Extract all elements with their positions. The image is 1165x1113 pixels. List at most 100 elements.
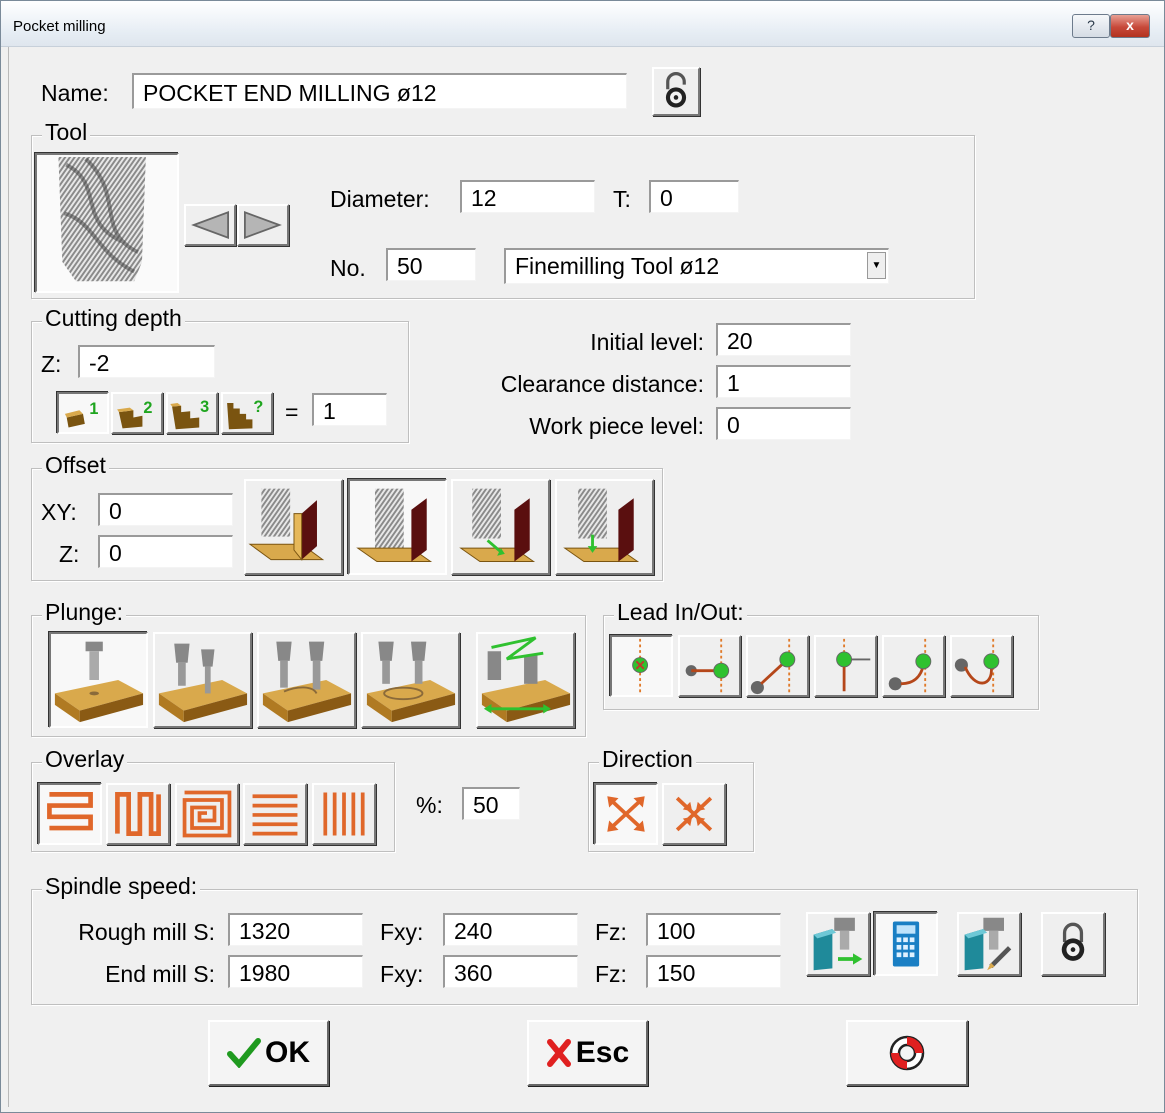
custom-steps-icon: ? [227,398,263,430]
name-lock-button[interactable] [652,67,700,116]
offset-right-button[interactable] [451,479,550,575]
svg-text:3: 3 [200,398,209,416]
clearance-distance-field[interactable]: 1 [716,365,851,398]
plunge-vertical-button[interactable] [49,632,148,728]
ok-button[interactable]: OK [208,1020,329,1086]
calculator-icon [892,921,920,967]
end-mill-tool-icon [58,156,146,282]
offset-left-button[interactable] [244,479,343,575]
overlay-zigzag-horizontal-button[interactable] [38,783,102,845]
offset-xy-field[interactable]: 0 [98,493,233,526]
cutting-depth-label: Cutting depth [42,305,185,332]
tool-group-label: Tool [42,119,91,146]
ramp-plunge-icon [158,643,248,723]
offset-xy-label: XY: [41,499,77,525]
end-fz-field[interactable]: 150 [646,955,781,988]
direction-inward-button[interactable] [662,783,726,845]
rough-fz-label: Fz: [595,919,627,945]
three-steps-icon: 3 [170,398,209,430]
arc-lead-icon [888,638,932,694]
lead-tangent-button[interactable] [678,635,741,697]
lead-none-button[interactable] [610,635,673,697]
end-fxy-field[interactable]: 360 [443,955,578,988]
custom-steps-button[interactable]: ? [221,392,273,434]
overlay-percent-field[interactable]: 50 [462,787,520,820]
expand-arrows-icon [607,796,645,832]
rough-mill-s-field[interactable]: 1320 [228,913,363,946]
zigzag-plunge-icon [481,636,571,723]
offset-down-button[interactable] [555,479,654,575]
close-button[interactable]: x [1110,14,1150,38]
overlay-zigzag-vertical-button[interactable] [106,783,170,845]
overlay-parallel-horizontal-button[interactable] [243,783,307,845]
circular-plunge-icon [366,641,456,723]
lead-perpendicular-button[interactable] [814,635,877,697]
cancel-x-icon [546,1039,571,1067]
plunge-label: Plunge: [42,599,127,626]
edit-speeds-button[interactable] [957,912,1021,976]
end-mill-label: End mill S: [105,961,215,987]
steps-count-field[interactable]: 1 [312,393,387,426]
rough-fz-field[interactable]: 100 [646,913,781,946]
work-piece-level-field[interactable]: 0 [716,407,851,440]
svg-text:2: 2 [143,399,152,417]
padlock-open-icon [665,72,687,108]
esc-button-label: Esc [575,1036,630,1069]
help-lifebuoy-button[interactable] [846,1020,968,1086]
clearance-distance-label: Clearance distance: [500,371,704,397]
svg-text:1: 1 [89,400,98,418]
pocket-milling-dialog: Pocket milling ? x Name: POCKET END MILL… [0,0,1165,1113]
rough-fxy-field[interactable]: 240 [443,913,578,946]
offset-z-field[interactable]: 0 [98,535,233,568]
calculator-button[interactable] [874,912,938,976]
load-speeds-button[interactable] [806,912,870,976]
window-title: Pocket milling [13,18,106,35]
tangent-lead-icon [685,638,730,694]
initial-level-field[interactable]: 20 [716,323,851,356]
diameter-field[interactable]: 12 [460,180,595,213]
offset-z-label: Z: [59,541,80,567]
end-mill-s-field[interactable]: 1980 [228,955,363,988]
diameter-label: Diameter: [330,186,430,212]
name-field[interactable]: POCKET END MILLING ø12 [132,73,627,109]
esc-button[interactable]: Esc [527,1020,648,1086]
tool-select-value: Finemilling Tool ø12 [515,253,720,279]
three-steps-button[interactable]: 3 [166,392,218,434]
t-field[interactable]: 0 [649,180,739,213]
tool-image[interactable] [35,153,179,293]
plunge-helix-button[interactable] [257,632,356,728]
padlock-closed-icon [1061,922,1085,961]
window-edge [8,47,9,1107]
tool-number-field[interactable]: 50 [386,248,476,281]
plunge-zigzag-button[interactable] [476,632,575,728]
rough-mill-label: Rough mill S: [78,919,215,945]
speeds-lock-button[interactable] [1041,912,1105,976]
lifebuoy-icon [889,1035,925,1071]
single-step-button[interactable]: 1 [57,392,109,434]
tool-down-offset-icon [563,488,640,562]
two-steps-button[interactable]: 2 [111,392,163,434]
lead-loop-button[interactable] [950,635,1013,697]
lead-angled-button[interactable] [746,635,809,697]
previous-tool-button[interactable] [184,204,236,246]
overlay-spiral-button[interactable] [175,783,239,845]
offset-center-button[interactable] [348,479,447,575]
depth-z-label: Z: [41,351,62,377]
lead-arc-button[interactable] [882,635,945,697]
two-steps-icon: 2 [117,399,152,429]
help-button[interactable]: ? [1072,14,1110,38]
overlay-parallel-vertical-button[interactable] [312,783,376,845]
next-tool-button[interactable] [237,204,289,246]
end-fxy-label: Fxy: [380,961,424,987]
plunge-circular-button[interactable] [361,632,460,728]
direction-outward-button[interactable] [594,783,658,845]
tool-number-label: No. [330,255,366,281]
chevron-down-icon[interactable]: ▼ [867,252,886,279]
vertical-zigzag-pattern-icon [115,792,161,836]
depth-z-field[interactable]: -2 [78,345,215,378]
plunge-ramp-button[interactable] [153,632,252,728]
checkmark-icon [227,1038,261,1068]
offset-label: Offset [42,452,109,479]
lead-in-out-label: Lead In/Out: [614,599,747,626]
tool-select[interactable]: Finemilling Tool ø12 ▼ [504,248,889,284]
